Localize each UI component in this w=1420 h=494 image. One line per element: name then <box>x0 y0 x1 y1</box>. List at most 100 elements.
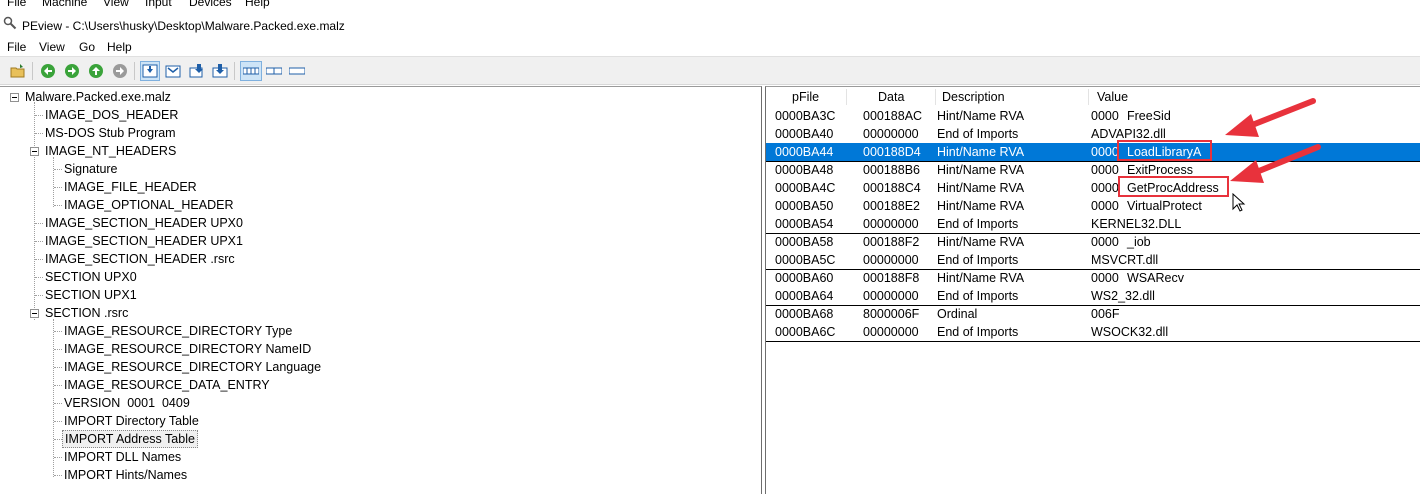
cell-pfile: 0000BA4C <box>775 181 836 195</box>
next-icon[interactable] <box>112 63 128 79</box>
cell-data: 000188E2 <box>863 199 921 213</box>
table-row[interactable]: 0000BA50 000188E2 Hint/Name RVA 0000 Virtual… <box>766 197 1420 215</box>
cell-description: Hint/Name RVA <box>937 109 1025 123</box>
download-icon[interactable] <box>212 63 228 79</box>
cell-pfile: 0000BA48 <box>775 163 834 177</box>
tree-item-section-upx1[interactable]: SECTION UPX1 <box>45 286 137 304</box>
cell-description: Hint/Name RVA <box>937 271 1025 285</box>
tree-pane[interactable]: Malware.Packed.exe.malz IMAGE_DOS_HEADER… <box>0 86 762 494</box>
view-word-icon[interactable] <box>266 63 282 79</box>
tree-item-dos-header[interactable]: IMAGE_DOS_HEADER <box>45 106 178 124</box>
cell-description: Hint/Name RVA <box>937 199 1025 213</box>
cell-pfile: 0000BA68 <box>775 307 834 321</box>
vm-menu-input[interactable]: Input <box>145 0 172 9</box>
menu-view[interactable]: View <box>39 40 65 54</box>
cell-description: Hint/Name RVA <box>937 235 1025 249</box>
tree-item-resource-dir-type[interactable]: IMAGE_RESOURCE_DIRECTORY Type <box>64 322 292 340</box>
forward-icon[interactable] <box>64 63 80 79</box>
menu-go[interactable]: Go <box>79 40 95 54</box>
cell-value-name: VirtualProtect <box>1127 199 1202 213</box>
rsrc-collapse-toggle[interactable] <box>30 309 39 318</box>
table-row[interactable]: 0000BA6C 00000000 End of Imports WSOCK32.dl… <box>766 323 1420 341</box>
cell-value-hint: 0000 <box>1091 145 1119 159</box>
table-row[interactable]: 0000BA64 00000000 End of Imports WS2_32.dll <box>766 287 1420 305</box>
open-icon[interactable] <box>10 63 26 79</box>
cell-data: 00000000 <box>863 127 919 141</box>
table-row[interactable]: 0000BA3C 000188AC Hint/Name RVA 0000 FreeSid <box>766 107 1420 125</box>
highlight-getprocaddress <box>1118 176 1229 197</box>
tree-item-section-header-upx0[interactable]: IMAGE_SECTION_HEADER UPX0 <box>45 214 243 232</box>
menu-help[interactable]: Help <box>107 40 132 54</box>
cell-description: End of Imports <box>937 217 1019 231</box>
cell-pfile: 0000BA5C <box>775 253 836 267</box>
import-icon[interactable] <box>189 63 205 79</box>
tree-item-section-header-upx1[interactable]: IMAGE_SECTION_HEADER UPX1 <box>45 232 243 250</box>
cell-value-name: WSARecv <box>1127 271 1184 285</box>
tree-item-file-header[interactable]: IMAGE_FILE_HEADER <box>64 178 197 196</box>
tree-item-import-directory-table[interactable]: IMPORT Directory Table <box>64 412 199 430</box>
table-row[interactable]: 0000BA60 000188F8 Hint/Name RVA 0000 WSARecv <box>766 269 1420 287</box>
tree-item-optional-header[interactable]: IMAGE_OPTIONAL_HEADER <box>64 196 234 214</box>
vm-menu-help[interactable]: Help <box>245 0 270 9</box>
cell-value-name: FreeSid <box>1127 109 1171 123</box>
tree-item-nt-headers[interactable]: IMAGE_NT_HEADERS <box>45 142 176 160</box>
cell-pfile: 0000BA40 <box>775 127 834 141</box>
highlight-loadlibrarya <box>1117 140 1212 161</box>
tree-item-import-hints-names[interactable]: IMPORT Hints/Names <box>64 466 187 484</box>
tree-item-dos-stub[interactable]: MS-DOS Stub Program <box>45 124 176 142</box>
view-byte-icon[interactable] <box>243 63 259 79</box>
peview-app-icon <box>3 16 17 30</box>
tree-item-section-upx0[interactable]: SECTION UPX0 <box>45 268 137 286</box>
tree-item-resource-data-entry[interactable]: IMAGE_RESOURCE_DATA_ENTRY <box>64 376 270 394</box>
cell-pfile: 0000BA64 <box>775 289 834 303</box>
cell-pfile: 0000BA44 <box>775 145 834 159</box>
column-header-data[interactable]: Data <box>878 87 904 107</box>
menu-file[interactable]: File <box>7 40 26 54</box>
root-collapse-toggle[interactable] <box>10 93 19 102</box>
cell-value-name: _iob <box>1127 235 1151 249</box>
table-row[interactable]: 0000BA54 00000000 End of Imports KERNEL32.D… <box>766 215 1420 233</box>
tree-item-section-header-rsrc[interactable]: IMAGE_SECTION_HEADER .rsrc <box>45 250 235 268</box>
window-title: PEview - C:\Users\husky\Desktop\Malware.… <box>22 19 345 33</box>
back-icon[interactable] <box>40 63 56 79</box>
column-header-pfile[interactable]: pFile <box>792 87 819 107</box>
table-row[interactable]: 0000BA5C 00000000 End of Imports MSVCRT.dll <box>766 251 1420 269</box>
cell-value-hint: 0000 <box>1091 199 1119 213</box>
vm-menu-devices[interactable]: Devices <box>189 0 232 9</box>
annotation-arrow-icon <box>1225 98 1316 137</box>
column-header-description[interactable]: Description <box>942 87 1005 107</box>
tree-item-resource-dir-language[interactable]: IMAGE_RESOURCE_DIRECTORY Language <box>64 358 321 376</box>
cell-pfile: 0000BA6C <box>775 325 836 339</box>
table-row[interactable]: 0000BA58 000188F2 Hint/Name RVA 0000 _iob <box>766 233 1420 251</box>
cell-data: 000188AC <box>863 109 923 123</box>
nt-headers-collapse-toggle[interactable] <box>30 147 39 156</box>
tree-item-signature[interactable]: Signature <box>64 160 118 178</box>
tree-item-section-rsrc[interactable]: SECTION .rsrc <box>45 304 128 322</box>
table-row[interactable]: 0000BA68 8000006F Ordinal 006F <box>766 305 1420 323</box>
cell-pfile: 0000BA3C <box>775 109 836 123</box>
vm-menu-view[interactable]: View <box>103 0 129 9</box>
save-icon[interactable] <box>142 63 158 79</box>
vm-menu-file[interactable]: File <box>7 0 26 9</box>
export-icon[interactable] <box>165 63 181 79</box>
tree-item-resource-dir-nameid[interactable]: IMAGE_RESOURCE_DIRECTORY NameID <box>64 340 311 358</box>
tree-item-version[interactable]: VERSION 0001 0409 <box>64 394 190 412</box>
cell-description: End of Imports <box>937 325 1019 339</box>
column-header-value[interactable]: Value <box>1097 87 1128 107</box>
cell-value-name: MSVCRT.dll <box>1091 253 1159 267</box>
tree-item-root[interactable]: Malware.Packed.exe.malz <box>25 88 171 106</box>
tree-item-import-dll-names[interactable]: IMPORT DLL Names <box>64 448 181 466</box>
vm-menu-machine[interactable]: Machine <box>42 0 87 9</box>
cell-data: 000188D4 <box>863 145 921 159</box>
cell-pfile: 0000BA50 <box>775 199 834 213</box>
cell-value-name: KERNEL32.DLL <box>1091 217 1182 231</box>
data-table[interactable]: pFile Data Description Value 0000BA3C 000… <box>765 86 1420 494</box>
cell-pfile: 0000BA58 <box>775 235 834 249</box>
tree-item-import-address-table[interactable]: IMPORT Address Table <box>62 430 198 448</box>
up-icon[interactable] <box>88 63 104 79</box>
view-dword-icon[interactable] <box>289 63 305 79</box>
cell-value-hint: 0000 <box>1091 235 1119 249</box>
cell-data: 000188C4 <box>863 181 921 195</box>
cell-value-name: 006F <box>1091 307 1120 321</box>
cell-value-name: WS2_32.dll <box>1091 289 1155 303</box>
